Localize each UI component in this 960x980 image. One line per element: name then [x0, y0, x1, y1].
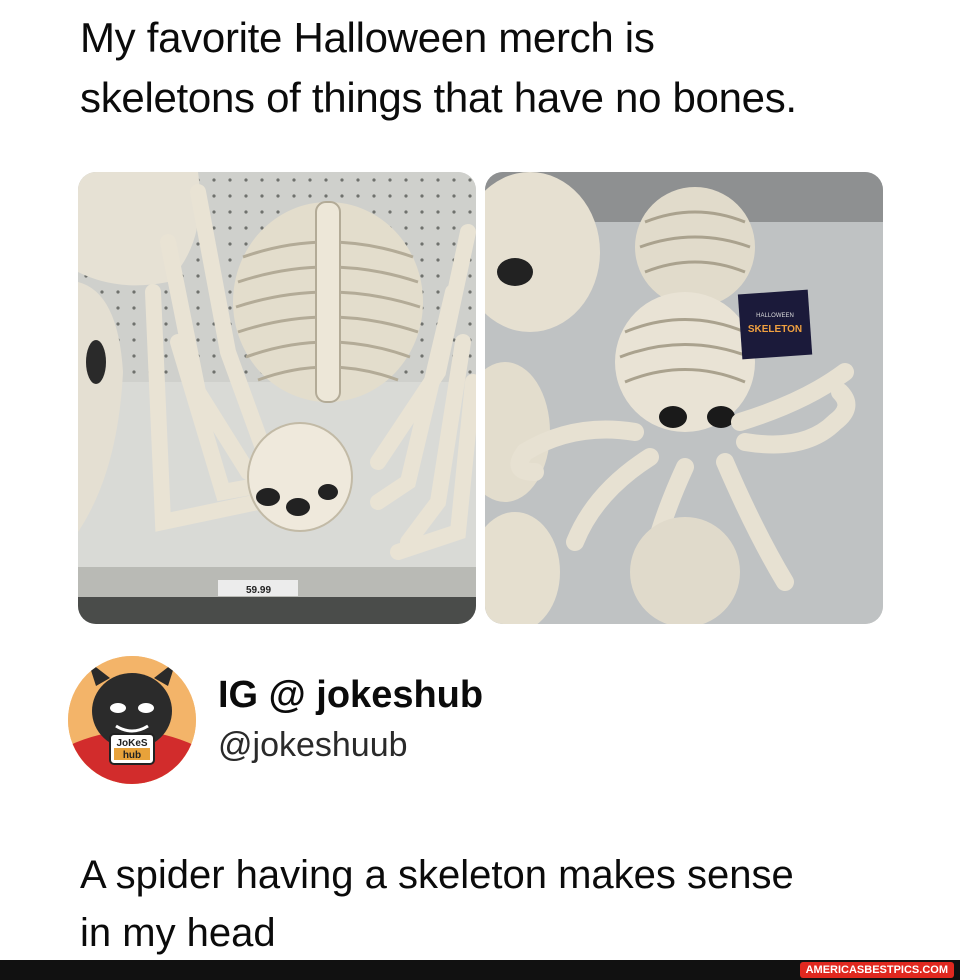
octopus-skeleton-image: HALLOWEEN SKELETON	[485, 172, 883, 624]
devil-mascot-icon: JoKeS hub	[68, 656, 196, 784]
price-tag: 59.99	[246, 585, 271, 596]
octopus-skeleton-photo[interactable]: HALLOWEEN SKELETON	[485, 172, 883, 624]
post-text-line-2: skeletons of things that have no bones.	[80, 74, 797, 121]
footer-bar: AMERICASBESTPICS.COM	[0, 960, 960, 980]
post-text: My favorite Halloween merch is skeletons…	[80, 8, 920, 128]
spider-skeleton-photo[interactable]: 59.99	[78, 172, 476, 624]
watermark[interactable]: AMERICASBESTPICS.COM	[799, 962, 954, 978]
author-name[interactable]: IG @ jokeshub	[218, 674, 483, 717]
author-handle[interactable]: @jokeshuub	[218, 726, 408, 765]
quote-text: A spider having a skeleton makes sense i…	[80, 846, 900, 962]
label-line-2: SKELETON	[748, 324, 802, 335]
avatar[interactable]: JoKeS hub	[68, 656, 196, 784]
label-line-1: HALLOWEEN	[756, 313, 794, 319]
avatar-label-line-2: hub	[123, 750, 141, 761]
post-text-line-1: My favorite Halloween merch is	[80, 14, 655, 61]
spider-skeleton-image: 59.99	[78, 172, 476, 624]
avatar-label-line-1: JoKeS	[116, 738, 147, 749]
quote-text-line-2: in my head	[80, 911, 276, 955]
quote-text-line-1: A spider having a skeleton makes sense	[80, 853, 794, 897]
quoted-author: JoKeS hub IG @ jokeshub @jokeshuub	[68, 656, 668, 786]
